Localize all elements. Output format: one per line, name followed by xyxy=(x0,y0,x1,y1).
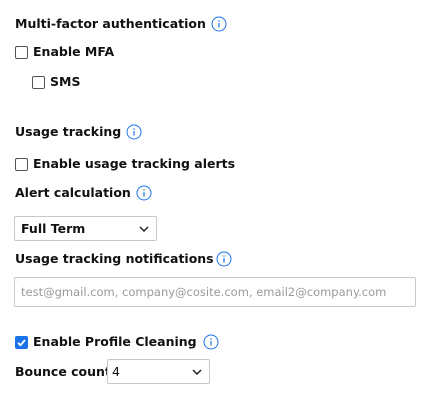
mfa-section-header: Multi-factor authentication xyxy=(15,16,227,32)
profile-cleaning-checkbox-row[interactable]: Enable Profile Cleaning xyxy=(15,334,219,350)
info-icon[interactable] xyxy=(203,334,219,350)
bounce-count-label: Bounce count xyxy=(15,364,111,379)
sms-checkbox[interactable] xyxy=(32,75,45,89)
chevron-down-icon xyxy=(139,225,149,232)
usage-notifications-header: Usage tracking notifications xyxy=(15,251,232,267)
alert-calc-value: Full Term xyxy=(21,221,86,236)
info-icon[interactable] xyxy=(216,251,232,267)
chevron-down-icon xyxy=(192,368,202,375)
info-icon[interactable] xyxy=(126,124,142,140)
bounce-count-value: 4 xyxy=(112,364,120,379)
mfa-title: Multi-factor authentication xyxy=(15,16,206,31)
enable-mfa-label: Enable MFA xyxy=(33,44,115,59)
alert-calc-label: Alert calculation xyxy=(15,185,131,200)
usage-section-header: Usage tracking xyxy=(15,124,142,140)
sms-checkbox-row[interactable]: SMS xyxy=(32,74,80,90)
usage-title: Usage tracking xyxy=(15,124,122,139)
alert-calc-select[interactable]: Full Term xyxy=(14,216,157,241)
usage-alerts-checkbox[interactable] xyxy=(15,157,28,171)
usage-alerts-label: Enable usage tracking alerts xyxy=(33,156,236,171)
info-icon[interactable] xyxy=(136,185,152,201)
bounce-count-select[interactable]: 4 xyxy=(107,359,210,384)
info-icon[interactable] xyxy=(211,16,227,32)
profile-cleaning-label: Enable Profile Cleaning xyxy=(33,334,197,349)
enable-mfa-checkbox-row[interactable]: Enable MFA xyxy=(15,44,114,60)
alert-calc-header: Alert calculation xyxy=(15,185,152,201)
usage-notifications-label: Usage tracking notifications xyxy=(15,251,214,266)
enable-mfa-checkbox[interactable] xyxy=(15,45,28,59)
usage-notifications-input[interactable]: test@gmail.com, company@cosite.com, emai… xyxy=(14,277,416,307)
checkmark-icon xyxy=(17,338,26,347)
profile-cleaning-checkbox[interactable] xyxy=(15,335,28,349)
usage-notifications-placeholder: test@gmail.com, company@cosite.com, emai… xyxy=(21,285,387,299)
usage-alerts-checkbox-row[interactable]: Enable usage tracking alerts xyxy=(15,156,235,172)
bounce-count-row: Bounce count xyxy=(15,364,111,380)
sms-label: SMS xyxy=(50,74,81,89)
